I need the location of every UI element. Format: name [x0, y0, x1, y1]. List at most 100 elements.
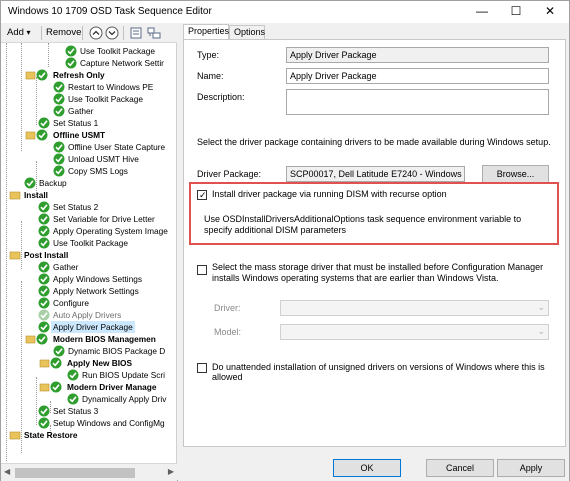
apply-button[interactable]: Apply	[497, 459, 565, 477]
folder-icon	[9, 251, 21, 260]
tree-item-label: Apply Windows Settings	[53, 274, 143, 284]
dialog-buttons: OK Cancel Apply	[178, 455, 569, 481]
tree-item-label: Modern Driver Manage	[67, 382, 157, 392]
checkmark-icon: ✓	[199, 190, 207, 200]
tree-item-label: Apply Driver Package	[51, 321, 135, 333]
tree-connector	[50, 401, 51, 413]
unsigned-drivers-label[interactable]: Do unattended installation of unsigned d…	[212, 362, 557, 382]
driver-package-field: SCP00017, Dell Latitude E7240 - Windows …	[286, 166, 465, 182]
tree-item-label: Install	[24, 190, 48, 200]
type-label: Type:	[197, 50, 220, 60]
tab-properties[interactable]: Properties	[183, 24, 229, 40]
browse-button[interactable]: Browse...	[482, 165, 549, 183]
remove-button[interactable]: Remove	[46, 27, 81, 38]
task-sequence-tree: Use Toolkit Package Capture Network Sett…	[1, 43, 177, 461]
tree-item-label: Use Toolkit Package	[68, 94, 144, 104]
folder-check-icon	[39, 357, 62, 369]
dism-checkbox[interactable]: ✓	[197, 190, 207, 200]
step-check-icon	[38, 201, 50, 213]
tree-item-label: Refresh Only	[53, 70, 105, 80]
tree-item-label: Capture Network Settir	[80, 58, 164, 68]
tree-item-label: Apply Operating System Image	[53, 226, 168, 236]
step-check-icon	[38, 285, 50, 297]
step-check-icon	[65, 57, 77, 69]
close-button[interactable]: ✕	[533, 1, 567, 23]
folder-check-icon	[25, 129, 48, 141]
properties-icon[interactable]	[129, 26, 143, 40]
tree-item-label: Set Status 3	[53, 406, 99, 416]
step-check-icon	[38, 273, 50, 285]
model-select[interactable]: ⌄	[280, 324, 549, 340]
tree-connector	[36, 77, 37, 125]
tree-item-label: Set Variable for Drive Letter	[53, 214, 155, 224]
tree-item-label: State Restore	[24, 430, 78, 440]
mass-storage-checkbox[interactable]	[197, 265, 207, 275]
step-check-icon	[38, 213, 50, 225]
description-input[interactable]	[286, 89, 549, 115]
model-label: Model:	[214, 327, 242, 337]
tree-connector	[36, 377, 37, 425]
tree-item-label: Copy SMS Logs	[68, 166, 128, 176]
step-check-icon	[38, 237, 50, 249]
driver-select[interactable]: ⌄	[280, 300, 549, 316]
tree-item-label: Gather	[53, 262, 79, 272]
mass-storage-label[interactable]: Select the mass storage driver that must…	[212, 262, 557, 284]
tree-connector	[21, 43, 22, 151]
step-check-icon	[53, 81, 65, 93]
tree-item-label: Apply New BIOS	[67, 358, 133, 368]
tree-item-label: Unload USMT Hive	[68, 154, 139, 164]
step-check-icon	[38, 297, 50, 309]
add-label: Add	[7, 27, 24, 38]
tree-toolbar: Add ▾ Remove	[1, 23, 177, 43]
scroll-left-icon[interactable]: ◀	[4, 467, 10, 476]
folder-check-icon	[25, 69, 48, 81]
cancel-button[interactable]: Cancel	[426, 459, 494, 477]
step-check-icon	[38, 225, 50, 237]
chevron-down-icon: ⌄	[537, 302, 545, 312]
select-driver-package-text: Select the driver package containing dri…	[197, 137, 551, 147]
step-check-icon	[53, 345, 65, 357]
tree-item-label: Setup Windows and ConfigMg	[53, 418, 165, 428]
tree-item-label: Post Install	[24, 250, 69, 260]
step-check-icon	[67, 393, 79, 405]
tree-item-label: Offline USMT	[53, 130, 106, 140]
tree-connector	[21, 281, 22, 453]
scroll-right-icon[interactable]: ▶	[168, 467, 174, 476]
tree-item-label: Backup	[39, 178, 67, 188]
step-check-icon	[53, 141, 65, 153]
driver-label: Driver:	[214, 303, 241, 313]
step-check-icon	[38, 261, 50, 273]
tree-item-label: Configure	[53, 298, 89, 308]
move-down-icon[interactable]	[105, 26, 119, 40]
minimize-button[interactable]: —	[465, 1, 499, 23]
name-input[interactable]: Apply Driver Package	[286, 68, 549, 84]
name-label: Name:	[197, 71, 224, 81]
tree-item-label: Restart to Windows PE	[68, 82, 154, 92]
toolbar-separator	[123, 26, 124, 40]
dism-checkbox-label[interactable]: Install driver package via running DISM …	[212, 189, 447, 199]
driver-package-label: Driver Package:	[197, 169, 262, 179]
task-sequence-tree-panel: Add ▾ Remove Use Toolkit Package Capture…	[1, 23, 177, 481]
expand-collapse-icon[interactable]	[147, 26, 161, 40]
add-dropdown-icon: ▾	[26, 28, 31, 37]
step-check-icon	[67, 369, 79, 381]
tree-item-label: Set Status 1	[53, 118, 99, 128]
ok-button[interactable]: OK	[333, 459, 401, 477]
step-check-icon	[53, 165, 65, 177]
add-button[interactable]: Add ▾	[7, 27, 31, 38]
tab-options[interactable]: Options	[229, 25, 265, 39]
folder-icon	[9, 191, 21, 200]
tree-horizontal-scrollbar[interactable]: ◀ ▶	[1, 463, 177, 481]
step-check-icon	[53, 153, 65, 165]
dism-note-text: Use OSDInstallDriversAdditionalOptions t…	[204, 214, 522, 235]
step-disabled-check-icon	[38, 309, 50, 321]
unsigned-drivers-checkbox[interactable]	[197, 363, 207, 373]
maximize-button[interactable]: ☐	[499, 1, 533, 23]
step-check-icon	[38, 405, 50, 417]
step-check-icon	[65, 45, 77, 57]
move-up-icon[interactable]	[89, 26, 103, 40]
toolbar-separator	[82, 26, 83, 40]
step-check-icon	[24, 177, 36, 189]
tree-item-label: Use Toolkit Package	[80, 46, 156, 56]
scrollbar-thumb[interactable]	[15, 468, 135, 478]
